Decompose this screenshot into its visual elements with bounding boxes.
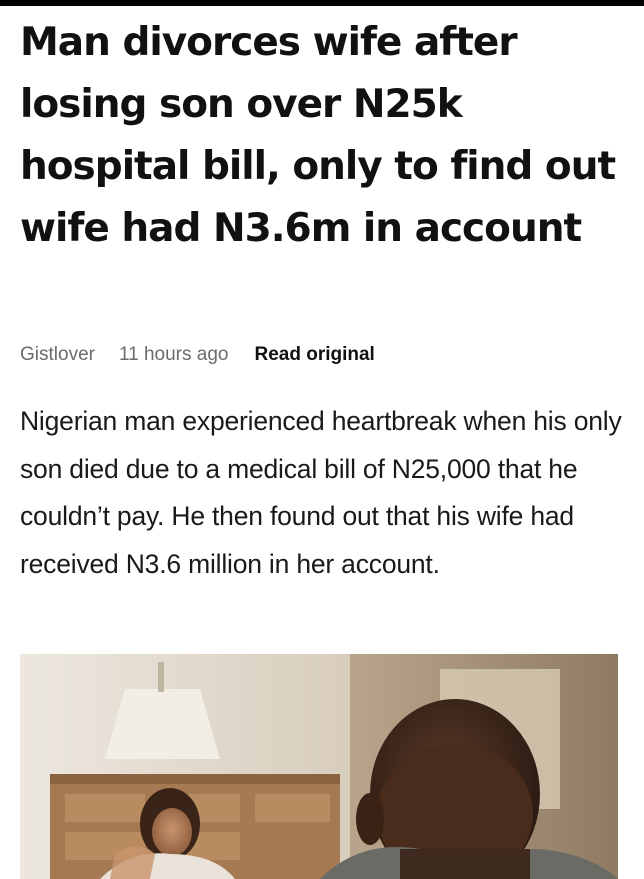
read-original-link[interactable]: Read original (254, 344, 374, 366)
article-headline: Man divorces wife after losing son over … (20, 20, 616, 251)
article-photo[interactable] (20, 654, 618, 879)
publish-time: 11 hours ago (118, 344, 229, 365)
article-summary: Nigerian man experienced heartbreak when… (20, 406, 622, 579)
top-edge-bar (0, 0, 644, 6)
source-name[interactable]: Gistlover (20, 344, 95, 366)
article-meta: Gistlover 11 hours ago Read original (20, 342, 375, 368)
